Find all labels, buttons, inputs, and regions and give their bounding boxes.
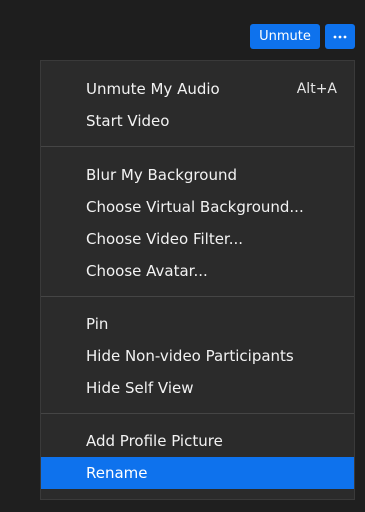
menu-item-choose-virtual-background[interactable]: Choose Virtual Background...: [41, 191, 354, 223]
menu-item-rename[interactable]: Rename: [41, 457, 354, 489]
tile-top-bar: Unmute: [0, 0, 365, 60]
menu-item-label: Hide Self View: [86, 379, 194, 397]
menu-item-label: Choose Virtual Background...: [86, 198, 304, 216]
more-options-button[interactable]: [325, 24, 355, 49]
menu-item-label: Rename: [86, 464, 148, 482]
menu-section-profile: Add Profile Picture Rename: [41, 414, 354, 489]
menu-item-label: Choose Avatar...: [86, 262, 208, 280]
menu-item-choose-avatar[interactable]: Choose Avatar...: [41, 255, 354, 287]
participant-video-tile: Unmute Unmute My Audio Alt+A Start Video: [0, 0, 365, 512]
menu-section-audio-video: Unmute My Audio Alt+A Start Video: [41, 61, 354, 146]
menu-item-start-video[interactable]: Start Video: [41, 105, 354, 137]
menu-section-background: Blur My Background Choose Virtual Backgr…: [41, 147, 354, 296]
menu-item-label: Hide Non-video Participants: [86, 347, 294, 365]
menu-item-label: Pin: [86, 315, 109, 333]
menu-item-shortcut: Alt+A: [296, 81, 337, 97]
menu-section-view: Pin Hide Non-video Participants Hide Sel…: [41, 297, 354, 413]
more-options-icon: [333, 35, 347, 39]
menu-item-hide-self-view[interactable]: Hide Self View: [41, 372, 354, 404]
menu-item-label: Add Profile Picture: [86, 432, 223, 450]
menu-item-label: Blur My Background: [86, 166, 237, 184]
menu-item-choose-video-filter[interactable]: Choose Video Filter...: [41, 223, 354, 255]
menu-item-label: Unmute My Audio: [86, 80, 220, 98]
menu-item-label: Choose Video Filter...: [86, 230, 244, 248]
menu-item-label: Start Video: [86, 112, 170, 130]
menu-item-pin[interactable]: Pin: [41, 308, 354, 340]
unmute-button[interactable]: Unmute: [250, 24, 320, 49]
menu-item-unmute-my-audio[interactable]: Unmute My Audio Alt+A: [41, 73, 354, 105]
participant-context-menu: Unmute My Audio Alt+A Start Video Blur M…: [40, 60, 355, 500]
menu-item-blur-my-background[interactable]: Blur My Background: [41, 159, 354, 191]
menu-item-hide-non-video-participants[interactable]: Hide Non-video Participants: [41, 340, 354, 372]
menu-item-add-profile-picture[interactable]: Add Profile Picture: [41, 425, 354, 457]
